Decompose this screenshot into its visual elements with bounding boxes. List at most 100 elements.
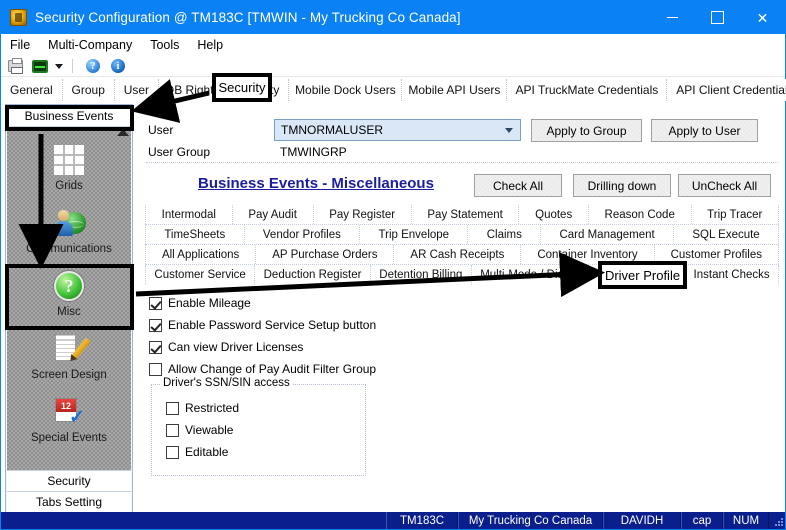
- menu-bar: File Multi-Company Tools Help: [1, 34, 785, 56]
- status-cell-terminal: TM183C: [386, 512, 458, 529]
- sidebar-item-label: Misc: [57, 306, 81, 318]
- sub-tab-customer-service[interactable]: Customer Service: [145, 265, 256, 285]
- user-label: User: [148, 123, 174, 137]
- user-select[interactable]: TMNORMALUSER: [274, 119, 521, 141]
- sub-tab-vendor-profiles[interactable]: Vendor Profiles: [245, 225, 361, 244]
- menu-item-tools[interactable]: Tools: [141, 36, 188, 54]
- checkbox[interactable]: [166, 423, 179, 437]
- tab-group[interactable]: Group: [62, 79, 115, 101]
- checkbox[interactable]: [149, 362, 162, 376]
- sub-tab-all-applications[interactable]: All Applications: [145, 245, 257, 264]
- sub-tab-pay-audit[interactable]: Pay Audit: [233, 205, 314, 224]
- close-button[interactable]: ✕: [740, 1, 785, 34]
- sidebar-item-misc[interactable]: ? Misc: [7, 268, 131, 332]
- menu-item-multi-company[interactable]: Multi-Company: [39, 36, 141, 54]
- tab-mobile-dock-users[interactable]: Mobile Dock Users: [289, 79, 403, 101]
- sidebar-item-tabs-setting[interactable]: Tabs Setting: [7, 491, 131, 512]
- info-button[interactable]: i: [109, 57, 129, 75]
- panel-divider: [146, 162, 778, 163]
- window-title: Security Configuration @ TM183C [TMWIN -…: [35, 10, 461, 25]
- sub-tab-sql-execute[interactable]: SQL Execute: [674, 225, 780, 244]
- tab-api-client-credentials[interactable]: API Client Credentials: [667, 79, 786, 101]
- ssn-options-list: Restricted Viewable Editable: [152, 397, 365, 463]
- sub-tab-row-2: TimeSheets Vendor Profiles Trip Envelope…: [145, 225, 780, 245]
- sidebar-item-communications[interactable]: Communications: [7, 205, 131, 269]
- monitor-dropdown-button[interactable]: [51, 57, 65, 75]
- misc-question-icon: ?: [51, 268, 87, 304]
- help-button[interactable]: ?: [84, 57, 104, 75]
- status-empty-region: [1, 512, 386, 529]
- sidebar-item-label: Communications: [26, 243, 112, 255]
- minimize-button[interactable]: [650, 1, 695, 34]
- tab-user[interactable]: User: [114, 79, 160, 101]
- status-cell-company: My Trucking Co Canada: [458, 512, 603, 529]
- sub-tab-trip-envelope[interactable]: Trip Envelope: [360, 225, 469, 244]
- sidebar-item-label: Special Events: [30, 432, 108, 444]
- sub-tab-row-1: Intermodal Pay Audit Pay Register Pay St…: [145, 205, 779, 225]
- option-can-view-driver-licenses[interactable]: Can view Driver Licenses: [149, 336, 549, 358]
- option-restricted[interactable]: Restricted: [166, 397, 365, 419]
- sub-tab-claims[interactable]: Claims: [468, 225, 542, 244]
- sub-tab-timesheets[interactable]: TimeSheets: [145, 225, 245, 244]
- sub-tab-intermodal[interactable]: Intermodal: [145, 205, 233, 224]
- window-controls: ✕: [650, 1, 785, 34]
- sidebar-item-label: Screen Design: [31, 369, 107, 381]
- apply-to-group-button[interactable]: Apply to Group: [531, 119, 642, 142]
- sidebar-scroll-up-icon[interactable]: [117, 129, 129, 136]
- sidebar-header-business-events[interactable]: Business Events: [6, 105, 132, 127]
- title-bar: Security Configuration @ TM183C [TMWIN -…: [1, 1, 785, 34]
- ssn-access-legend: Driver's SSN/SIN access: [160, 377, 293, 389]
- sidebar-item-special-events[interactable]: 12 ✓ Special Events: [7, 394, 131, 458]
- user-group-label: User Group: [148, 145, 211, 159]
- menu-item-help[interactable]: Help: [188, 36, 232, 54]
- sidebar-item-security[interactable]: Security: [7, 470, 131, 491]
- sub-tab-deduction-register[interactable]: Deduction Register: [255, 265, 371, 285]
- check-all-button[interactable]: Check All: [474, 174, 562, 197]
- sidebar-item-screen-design[interactable]: Screen Design: [7, 331, 131, 395]
- option-enable-mileage[interactable]: Enable Mileage: [149, 292, 549, 314]
- sub-tab-detention-billing[interactable]: Detention Billing: [371, 265, 472, 285]
- sidebar-item-label: Grids: [55, 180, 83, 192]
- sub-tab-trip-tracer[interactable]: Trip Tracer: [692, 205, 779, 224]
- app-shield-badge-icon: [10, 9, 27, 26]
- toolbar: ? i: [1, 56, 785, 77]
- option-label: Editable: [185, 445, 229, 459]
- option-label: Allow Change of Pay Audit Filter Group: [168, 362, 377, 376]
- resize-grip-icon[interactable]: [769, 512, 785, 529]
- sub-tab-card-management[interactable]: Card Management: [541, 225, 675, 244]
- sub-tab-ap-purchase-orders[interactable]: AP Purchase Orders: [256, 245, 395, 264]
- sub-tab-quotes[interactable]: Quotes: [519, 205, 589, 224]
- checkbox[interactable]: [149, 296, 162, 310]
- tab-mobile-api-users[interactable]: Mobile API Users: [402, 79, 508, 101]
- print-button[interactable]: [6, 57, 26, 75]
- sub-tab-multi-mode-dispatch[interactable]: Multi-Mode / Dispatch: [472, 265, 601, 285]
- option-label: Enable Mileage: [168, 296, 251, 310]
- application-window: Security Configuration @ TM183C [TMWIN -…: [0, 0, 786, 530]
- tab-api-truckmate-credentials[interactable]: API TruckMate Credentials: [507, 79, 668, 101]
- option-enable-password-service-setup-button[interactable]: Enable Password Service Setup button: [149, 314, 549, 336]
- menu-item-file[interactable]: File: [1, 36, 39, 54]
- sidebar: Business Events Grids Communications ? M…: [5, 104, 133, 514]
- uncheck-all-button[interactable]: UnCheck All: [678, 174, 771, 197]
- option-editable[interactable]: Editable: [166, 441, 365, 463]
- sub-tab-pay-register[interactable]: Pay Register: [314, 205, 412, 224]
- sidebar-item-grids[interactable]: Grids: [7, 142, 131, 206]
- tab-general[interactable]: General: [1, 79, 63, 101]
- sub-tab-instant-checks[interactable]: Instant Checks: [685, 265, 780, 285]
- apply-to-user-button[interactable]: Apply to User: [651, 119, 758, 142]
- special-events-calendar-icon: 12 ✓: [51, 394, 87, 430]
- drilling-down-button[interactable]: Drilling down: [573, 174, 671, 197]
- option-viewable[interactable]: Viewable: [166, 419, 365, 441]
- checkbox[interactable]: [166, 445, 179, 459]
- monitor-button[interactable]: [31, 57, 51, 75]
- checkbox[interactable]: [149, 340, 162, 354]
- annotation-label-driver-profile: Driver Profile: [598, 261, 687, 289]
- sub-tab-ar-cash-receipts[interactable]: AR Cash Receipts: [394, 245, 522, 264]
- options-list: Enable Mileage Enable Password Service S…: [149, 292, 549, 380]
- sub-tab-reason-code[interactable]: Reason Code: [589, 205, 692, 224]
- sub-tab-pay-statement[interactable]: Pay Statement: [412, 205, 520, 224]
- checkbox[interactable]: [166, 401, 179, 415]
- maximize-button[interactable]: [695, 1, 740, 34]
- sidebar-item-list: Grids Communications ? Misc Screen Desig…: [7, 128, 131, 472]
- checkbox[interactable]: [149, 318, 162, 332]
